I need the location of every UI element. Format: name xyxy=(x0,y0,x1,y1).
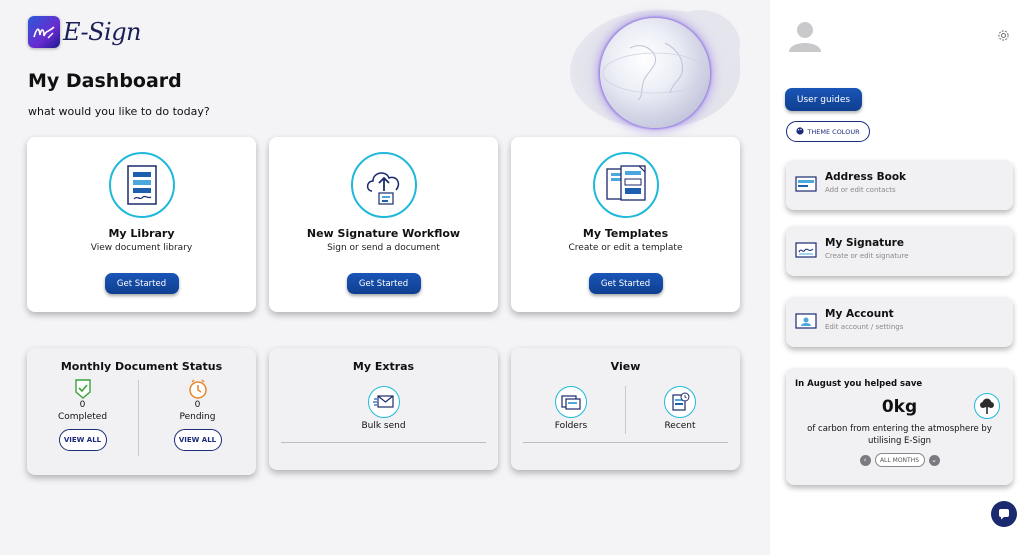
recent-label: Recent xyxy=(664,421,696,431)
recent-icon xyxy=(664,386,696,418)
check-shield-icon xyxy=(27,379,138,399)
palette-icon xyxy=(796,126,805,137)
library-document-icon xyxy=(108,152,175,218)
address-book-title: Address Book xyxy=(825,171,907,183)
globe-icon xyxy=(600,18,710,128)
pending-view-all-button[interactable]: VIEW ALL xyxy=(173,429,222,451)
chevron-left-icon[interactable]: ‹ xyxy=(859,454,871,466)
carbon-savings-card: In August you helped save 0kg of carbon … xyxy=(786,368,1013,485)
view-divider-vertical xyxy=(625,386,626,434)
my-account-title: My Account xyxy=(825,308,894,320)
my-extras-title: My Extras xyxy=(352,360,415,373)
pending-section: 0 Pending VIEW ALL xyxy=(139,379,256,451)
my-account-card[interactable]: My Account Edit account / settings xyxy=(786,297,1013,347)
chat-icon xyxy=(998,505,1010,524)
chevron-down-icon[interactable]: ⌄ xyxy=(928,454,940,466)
extras-divider xyxy=(281,442,486,443)
gear-icon[interactable] xyxy=(997,27,1010,41)
logo-mark-icon xyxy=(28,16,60,48)
recent-item[interactable]: Recent xyxy=(655,386,705,431)
carbon-text: of carbon from entering the atmosphere b… xyxy=(807,424,992,446)
theme-colour-label: THEME COLOUR xyxy=(807,127,860,136)
chat-button[interactable] xyxy=(991,501,1017,527)
monthly-status-title: Monthly Document Status xyxy=(60,360,223,373)
my-signature-card[interactable]: My Signature Create or edit signature xyxy=(786,226,1013,276)
bulk-send-label: Bulk send xyxy=(361,421,406,431)
account-icon xyxy=(795,312,817,330)
address-book-subtitle: Add or edit contacts xyxy=(825,186,896,194)
my-templates-get-started-button[interactable]: Get Started xyxy=(588,273,663,294)
my-extras-card: My Extras Bulk send xyxy=(269,348,498,470)
bulk-send-item[interactable]: Bulk send xyxy=(269,386,498,431)
view-divider xyxy=(523,442,728,443)
logo-text: E-Sign xyxy=(63,18,142,46)
avatar[interactable] xyxy=(787,18,823,54)
new-signature-workflow-card[interactable]: New Signature Workflow Sign or send a do… xyxy=(269,137,498,312)
view-card: View Folders Recent xyxy=(511,348,740,470)
user-guides-button[interactable]: User guides xyxy=(785,88,862,111)
cloud-upload-icon xyxy=(350,152,417,218)
new-signature-get-started-button[interactable]: Get Started xyxy=(346,273,421,294)
address-book-icon xyxy=(795,175,817,193)
carbon-heading: In August you helped save xyxy=(795,379,923,389)
monthly-document-status-card: Monthly Document Status 0 Completed VIEW… xyxy=(27,348,256,475)
page-subtitle: what would you like to do today? xyxy=(28,105,210,118)
completed-label: Completed xyxy=(57,412,108,422)
page-title: My Dashboard xyxy=(28,70,182,92)
signature-icon xyxy=(795,241,817,259)
clock-icon xyxy=(139,379,256,399)
new-signature-workflow-subtitle: Sign or send a document xyxy=(327,243,440,253)
folders-label: Folders xyxy=(554,421,588,431)
my-library-card[interactable]: My Library View document library Get Sta… xyxy=(27,137,256,312)
carbon-month-nav: ‹ ALL MONTHS ⌄ xyxy=(786,453,1013,467)
my-templates-card[interactable]: My Templates Create or edit a template G… xyxy=(511,137,740,312)
pending-label: Pending xyxy=(179,412,216,422)
tree-icon xyxy=(974,393,1000,419)
my-library-title: My Library xyxy=(108,227,175,240)
my-library-get-started-button[interactable]: Get Started xyxy=(104,273,179,294)
completed-section: 0 Completed VIEW ALL xyxy=(27,379,138,451)
pending-count: 0 xyxy=(194,400,201,410)
view-title: View xyxy=(610,360,641,373)
my-templates-subtitle: Create or edit a template xyxy=(568,243,683,253)
theme-colour-button[interactable]: THEME COLOUR xyxy=(786,121,870,142)
folders-icon xyxy=(555,386,587,418)
all-months-button[interactable]: ALL MONTHS xyxy=(874,453,925,467)
completed-view-all-button[interactable]: VIEW ALL xyxy=(58,429,107,451)
my-signature-title: My Signature xyxy=(825,237,904,249)
my-library-subtitle: View document library xyxy=(90,243,193,253)
completed-count: 0 xyxy=(79,400,86,410)
folders-item[interactable]: Folders xyxy=(546,386,596,431)
my-signature-subtitle: Create or edit signature xyxy=(825,252,909,260)
app-logo[interactable]: E-Sign xyxy=(28,16,142,48)
bulk-send-icon xyxy=(367,386,400,418)
templates-icon xyxy=(592,152,659,218)
new-signature-workflow-title: New Signature Workflow xyxy=(306,227,461,240)
my-account-subtitle: Edit account / settings xyxy=(825,323,904,331)
my-templates-title: My Templates xyxy=(582,227,669,240)
address-book-card[interactable]: Address Book Add or edit contacts xyxy=(786,160,1013,210)
